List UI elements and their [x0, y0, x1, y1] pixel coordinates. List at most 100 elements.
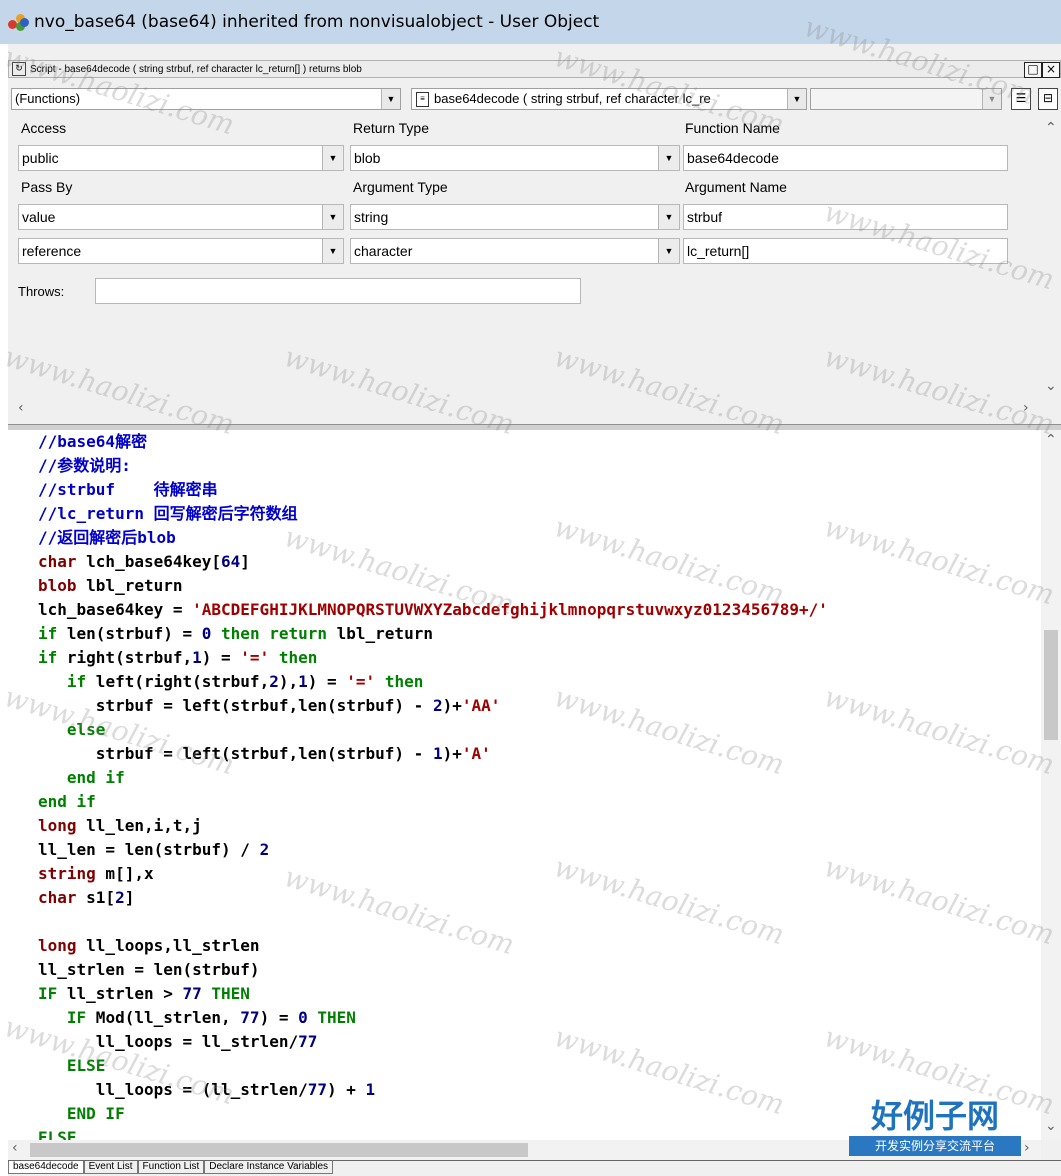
code-token: strbuf = left(strbuf,len(strbuf) - — [38, 696, 433, 715]
code-token: then — [269, 648, 318, 667]
code-token: len(strbuf) = — [57, 624, 202, 643]
return-type-value: blob — [354, 150, 381, 166]
argument-name-label: Argument Name — [685, 179, 787, 195]
scroll-thumb[interactable] — [1044, 630, 1058, 740]
code-token: ll_loops,ll_strlen — [76, 936, 260, 955]
code-line: char s1[2] — [38, 886, 134, 910]
code-token: then — [375, 672, 424, 691]
scroll-up-icon[interactable]: ⌃ — [1045, 432, 1057, 448]
code-token: 77 — [240, 1008, 260, 1027]
argument-name-input[interactable]: lc_return[] — [683, 238, 1008, 264]
pass-by-select[interactable]: reference ▼ — [18, 238, 344, 264]
pass-by-select[interactable]: value ▼ — [18, 204, 344, 230]
code-token: left(right(strbuf, — [86, 672, 270, 691]
code-token: 2 — [259, 840, 270, 859]
function-name-input[interactable]: base64decode — [683, 145, 1008, 171]
code-token: lbl_return — [76, 576, 183, 595]
scroll-left-icon[interactable]: ‹ — [12, 1140, 18, 1156]
code-line: if left(right(strbuf,2),1) = '=' then — [38, 670, 423, 694]
brand-logo: 好例子网 开发实例分享交流平台 — [845, 1096, 1025, 1166]
code-token: )+ — [442, 696, 462, 715]
argument-type-label: Argument Type — [353, 179, 448, 195]
window-title: nvo_base64 (base64) inherited from nonvi… — [34, 12, 600, 32]
tab-event-list[interactable]: Event List — [83, 1161, 138, 1174]
argument-name-input[interactable]: strbuf — [683, 204, 1008, 230]
code-token: ll_loops = (ll_strlen/ — [38, 1080, 308, 1099]
scroll-down-icon[interactable]: ⌄ — [1045, 1118, 1057, 1134]
script-window-title: Script - base64decode ( string strbuf, r… — [30, 63, 362, 75]
access-select[interactable]: public ▼ — [18, 145, 344, 171]
code-token: 64 — [221, 552, 241, 571]
close-button[interactable]: × — [1042, 62, 1060, 78]
code-token: '=' — [240, 648, 270, 667]
code-token: lch_base64key[ — [76, 552, 222, 571]
chevron-down-icon[interactable]: ▼ — [322, 146, 343, 170]
tab-function-list[interactable]: Function List — [137, 1161, 205, 1174]
argument-type-value: string — [354, 209, 389, 225]
code-token: blob — [38, 576, 77, 595]
code-token: IF — [38, 984, 58, 1003]
chevron-down-icon[interactable]: ▼ — [322, 205, 343, 229]
brand-name: 好例子网 — [870, 1097, 999, 1135]
code-token: char — [38, 888, 77, 907]
vertical-scrollbar[interactable]: ⌃ ⌄ — [1041, 430, 1061, 1140]
category-dropdown[interactable]: (Functions) ▼ — [11, 88, 401, 110]
minimize-button[interactable]: □ — [1024, 62, 1042, 78]
throws-input[interactable] — [95, 278, 581, 304]
code-token: else — [38, 720, 106, 739]
code-token: 1 — [365, 1080, 376, 1099]
chevron-down-icon[interactable]: ▼ — [322, 239, 343, 263]
code-token: long — [38, 816, 77, 835]
code-token: 1 — [432, 744, 443, 763]
list-view-icon[interactable]: ☰ — [1011, 88, 1031, 110]
code-token: Mod(ll_strlen, — [86, 1008, 241, 1027]
code-token: s1[ — [76, 888, 116, 907]
tab-declare-instance-variables[interactable]: Declare Instance Variables — [204, 1161, 334, 1174]
pass-by-value: value — [22, 209, 56, 225]
scroll-up-icon[interactable]: ⌃ — [1045, 120, 1057, 136]
tab-script[interactable]: base64decode — [8, 1161, 84, 1174]
chevron-down-icon[interactable]: ▼ — [658, 205, 679, 229]
argument-type-select[interactable]: character ▼ — [350, 238, 680, 264]
scroll-thumb[interactable] — [30, 1143, 528, 1157]
chevron-down-icon[interactable]: ▼ — [658, 239, 679, 263]
chevron-down-icon[interactable]: ▼ — [381, 89, 400, 109]
code-token: 77 — [298, 1032, 318, 1051]
third-dropdown[interactable]: ▼ — [810, 88, 1002, 110]
code-token: ), — [278, 672, 299, 691]
code-token: ll_len = len(strbuf) / — [38, 840, 260, 859]
scroll-down-icon[interactable]: ⌄ — [1045, 378, 1057, 394]
chevron-down-icon[interactable]: ▼ — [982, 89, 1001, 109]
code-line: if len(strbuf) = 0 then return lbl_retur… — [38, 622, 433, 646]
code-editor[interactable]: //base64解密 //参数说明: //strbuf 待解密串 //lc_re… — [8, 430, 1041, 1140]
code-token: END IF — [38, 1104, 125, 1123]
code-token: 'ABCDEFGHIJKLMNOPQRSTUVWXYZabcdefghijklm… — [192, 600, 828, 619]
code-line: char lch_base64key[64] — [38, 550, 250, 574]
code-line: IF Mod(ll_strlen, 77) = 0 THEN — [38, 1006, 356, 1030]
code-line: end if — [38, 766, 125, 790]
code-token: ELSE — [38, 1128, 77, 1140]
code-token: if — [38, 672, 87, 691]
code-token: 77 — [307, 1080, 327, 1099]
code-token: IF — [38, 1008, 87, 1027]
scroll-right-icon[interactable]: › — [1023, 400, 1029, 416]
argument-type-select[interactable]: string ▼ — [350, 204, 680, 230]
chevron-down-icon[interactable]: ▼ — [787, 89, 806, 109]
argument-name-value: strbuf — [687, 209, 723, 225]
code-token: char — [38, 552, 77, 571]
code-token: 2 — [115, 888, 125, 907]
code-token: 'A' — [461, 744, 491, 763]
chevron-down-icon[interactable]: ▼ — [658, 146, 679, 170]
return-type-select[interactable]: blob ▼ — [350, 145, 680, 171]
script-icon: ↻ — [12, 62, 26, 76]
code-token: THEN — [201, 984, 250, 1003]
app-icon — [8, 12, 29, 32]
function-dropdown[interactable]: ≡ base64decode ( string strbuf, ref char… — [411, 88, 807, 110]
category-dropdown-value: (Functions) — [15, 91, 81, 106]
code-line: strbuf = left(strbuf,len(strbuf) - 1)+'A… — [38, 742, 491, 766]
scroll-left-icon[interactable]: ‹ — [18, 400, 24, 416]
code-token: end if — [38, 792, 96, 811]
code-token: 1 — [298, 672, 308, 691]
split-view-icon[interactable]: ⊟ — [1038, 88, 1058, 110]
code-token: ll_loops = ll_strlen/ — [38, 1032, 299, 1051]
